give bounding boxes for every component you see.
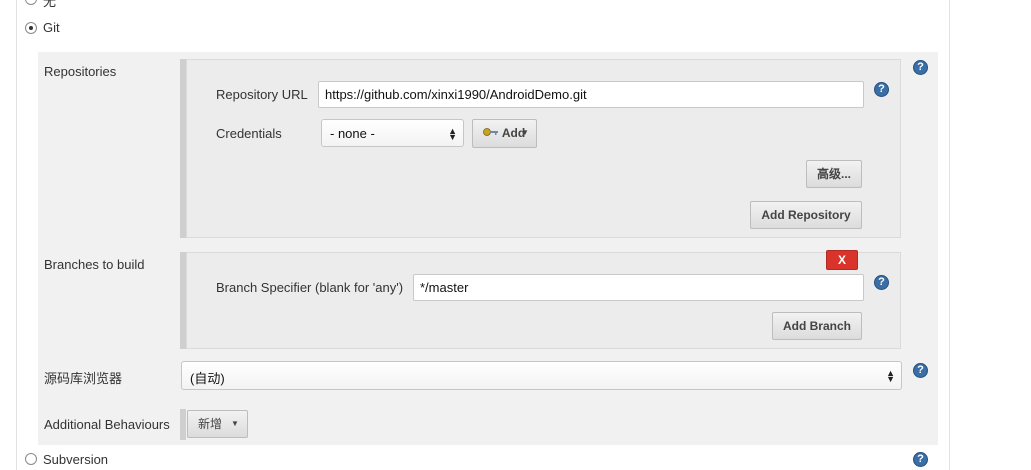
subversion-help-icon[interactable]: ? — [913, 452, 928, 467]
repositories-label: Repositories — [44, 64, 117, 79]
branches-label: Branches to build — [44, 257, 145, 272]
credentials-select-value: - none - — [330, 126, 375, 141]
scm-subversion-radio[interactable] — [25, 453, 37, 465]
repository-browser-label: 源码库浏览器 — [44, 371, 123, 386]
credentials-label: Credentials — [216, 126, 282, 141]
repository-url-help-icon[interactable]: ? — [874, 82, 889, 97]
repository-browser-select[interactable]: (自动) ▲ ▼ — [181, 361, 902, 390]
add-repository-button[interactable]: Add Repository — [750, 201, 862, 229]
select-updown-icon: ▲ ▼ — [886, 368, 895, 384]
branch-specifier-label: Branch Specifier (blank for 'any') — [216, 280, 404, 295]
repository-browser-value: (自动) — [190, 371, 225, 386]
repositories-help-icon[interactable]: ? — [913, 60, 928, 75]
scm-git-radio[interactable] — [25, 22, 37, 34]
advanced-button[interactable]: 高级... — [806, 160, 862, 188]
repository-url-label: Repository URL — [216, 87, 308, 102]
dropdown-arrow-icon: ▼ — [521, 128, 529, 137]
delete-branch-button[interactable]: X — [826, 250, 858, 270]
add-behaviour-label: 新增 — [198, 417, 223, 431]
branch-specifier-input[interactable]: */master — [413, 274, 864, 301]
scm-git-label: Git — [43, 20, 60, 35]
add-behaviour-button[interactable]: 新增 ▼ — [187, 410, 248, 438]
branch-specifier-help-icon[interactable]: ? — [874, 275, 889, 290]
key-icon — [483, 120, 499, 146]
repository-browser-help-icon[interactable]: ? — [913, 363, 928, 378]
credentials-select[interactable]: - none - ▲ ▼ — [321, 119, 464, 147]
scm-none-label: 无 — [43, 0, 57, 9]
dropdown-arrow-icon: ▼ — [231, 419, 239, 428]
behaviours-block-handle — [180, 409, 186, 440]
repository-url-input[interactable]: https://github.com/xinxi1990/AndroidDemo… — [318, 81, 864, 108]
additional-behaviours-label: Additional Behaviours — [44, 417, 170, 432]
select-updown-icon: ▲ ▼ — [448, 126, 457, 142]
add-branch-button[interactable]: Add Branch — [772, 312, 862, 340]
scm-subversion-label: Subversion — [43, 452, 109, 467]
add-credentials-button[interactable]: Add ▼ — [472, 119, 537, 148]
